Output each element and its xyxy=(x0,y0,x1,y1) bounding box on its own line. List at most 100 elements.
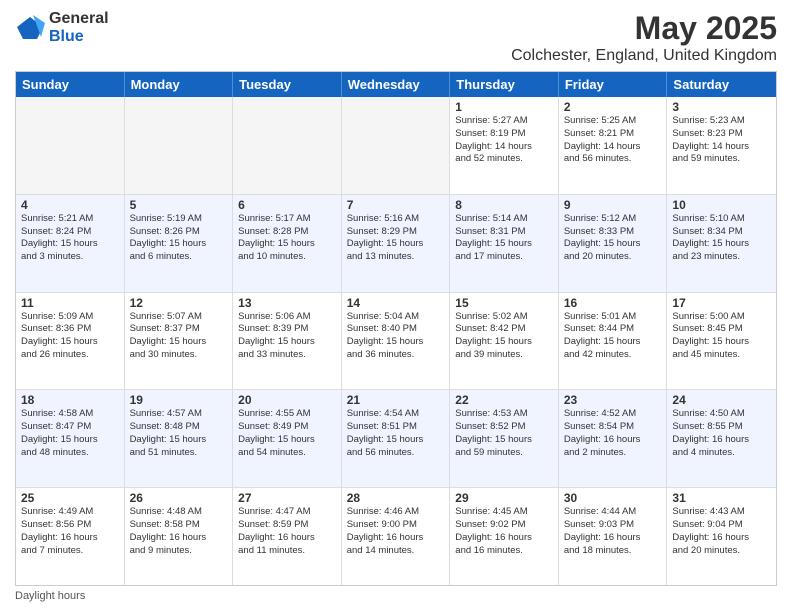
logo: General Blue xyxy=(15,10,109,45)
cal-cell-empty xyxy=(342,97,451,194)
day-number: 12 xyxy=(130,296,228,310)
day-number: 25 xyxy=(21,491,119,505)
calendar-header: SundayMondayTuesdayWednesdayThursdayFrid… xyxy=(16,72,776,97)
calendar: SundayMondayTuesdayWednesdayThursdayFrid… xyxy=(15,71,777,586)
day-info: Sunrise: 4:49 AMSunset: 8:56 PMDaylight:… xyxy=(21,506,119,557)
day-info: Sunrise: 5:10 AMSunset: 8:34 PMDaylight:… xyxy=(672,213,771,264)
cal-cell-day-13: 13Sunrise: 5:06 AMSunset: 8:39 PMDayligh… xyxy=(233,293,342,390)
cal-cell-empty xyxy=(125,97,234,194)
cal-cell-day-21: 21Sunrise: 4:54 AMSunset: 8:51 PMDayligh… xyxy=(342,390,451,487)
cal-cell-day-8: 8Sunrise: 5:14 AMSunset: 8:31 PMDaylight… xyxy=(450,195,559,292)
day-number: 8 xyxy=(455,198,553,212)
day-number: 11 xyxy=(21,296,119,310)
day-number: 20 xyxy=(238,393,336,407)
cal-cell-day-1: 1Sunrise: 5:27 AMSunset: 8:19 PMDaylight… xyxy=(450,97,559,194)
day-number: 23 xyxy=(564,393,662,407)
day-info: Sunrise: 5:14 AMSunset: 8:31 PMDaylight:… xyxy=(455,213,553,264)
day-info: Sunrise: 5:00 AMSunset: 8:45 PMDaylight:… xyxy=(672,311,771,362)
day-number: 27 xyxy=(238,491,336,505)
day-info: Sunrise: 5:25 AMSunset: 8:21 PMDaylight:… xyxy=(564,115,662,166)
day-info: Sunrise: 5:09 AMSunset: 8:36 PMDaylight:… xyxy=(21,311,119,362)
day-number: 14 xyxy=(347,296,445,310)
cal-cell-day-15: 15Sunrise: 5:02 AMSunset: 8:42 PMDayligh… xyxy=(450,293,559,390)
title-block: May 2025 Colchester, England, United Kin… xyxy=(511,10,777,65)
day-info: Sunrise: 5:04 AMSunset: 8:40 PMDaylight:… xyxy=(347,311,445,362)
day-number: 7 xyxy=(347,198,445,212)
day-number: 26 xyxy=(130,491,228,505)
day-number: 16 xyxy=(564,296,662,310)
day-number: 2 xyxy=(564,100,662,114)
day-info: Sunrise: 5:27 AMSunset: 8:19 PMDaylight:… xyxy=(455,115,553,166)
cal-cell-day-14: 14Sunrise: 5:04 AMSunset: 8:40 PMDayligh… xyxy=(342,293,451,390)
day-info: Sunrise: 4:45 AMSunset: 9:02 PMDaylight:… xyxy=(455,506,553,557)
cal-week-4: 25Sunrise: 4:49 AMSunset: 8:56 PMDayligh… xyxy=(16,488,776,585)
day-info: Sunrise: 4:50 AMSunset: 8:55 PMDaylight:… xyxy=(672,408,771,459)
cal-cell-day-20: 20Sunrise: 4:55 AMSunset: 8:49 PMDayligh… xyxy=(233,390,342,487)
day-info: Sunrise: 4:52 AMSunset: 8:54 PMDaylight:… xyxy=(564,408,662,459)
day-info: Sunrise: 4:54 AMSunset: 8:51 PMDaylight:… xyxy=(347,408,445,459)
day-info: Sunrise: 4:57 AMSunset: 8:48 PMDaylight:… xyxy=(130,408,228,459)
day-info: Sunrise: 4:46 AMSunset: 9:00 PMDaylight:… xyxy=(347,506,445,557)
day-number: 5 xyxy=(130,198,228,212)
day-info: Sunrise: 5:07 AMSunset: 8:37 PMDaylight:… xyxy=(130,311,228,362)
day-info: Sunrise: 5:12 AMSunset: 8:33 PMDaylight:… xyxy=(564,213,662,264)
cal-cell-day-4: 4Sunrise: 5:21 AMSunset: 8:24 PMDaylight… xyxy=(16,195,125,292)
cal-header-tuesday: Tuesday xyxy=(233,72,342,97)
day-number: 29 xyxy=(455,491,553,505)
day-number: 21 xyxy=(347,393,445,407)
cal-cell-day-24: 24Sunrise: 4:50 AMSunset: 8:55 PMDayligh… xyxy=(667,390,776,487)
day-info: Sunrise: 4:48 AMSunset: 8:58 PMDaylight:… xyxy=(130,506,228,557)
cal-cell-day-18: 18Sunrise: 4:58 AMSunset: 8:47 PMDayligh… xyxy=(16,390,125,487)
cal-cell-day-26: 26Sunrise: 4:48 AMSunset: 8:58 PMDayligh… xyxy=(125,488,234,585)
day-number: 22 xyxy=(455,393,553,407)
day-number: 1 xyxy=(455,100,553,114)
cal-cell-day-31: 31Sunrise: 4:43 AMSunset: 9:04 PMDayligh… xyxy=(667,488,776,585)
cal-week-2: 11Sunrise: 5:09 AMSunset: 8:36 PMDayligh… xyxy=(16,293,776,391)
day-number: 13 xyxy=(238,296,336,310)
day-number: 4 xyxy=(21,198,119,212)
cal-cell-day-17: 17Sunrise: 5:00 AMSunset: 8:45 PMDayligh… xyxy=(667,293,776,390)
cal-cell-day-16: 16Sunrise: 5:01 AMSunset: 8:44 PMDayligh… xyxy=(559,293,668,390)
logo-icon xyxy=(15,13,45,43)
day-info: Sunrise: 4:53 AMSunset: 8:52 PMDaylight:… xyxy=(455,408,553,459)
logo-text: General Blue xyxy=(49,10,109,45)
cal-header-monday: Monday xyxy=(125,72,234,97)
day-number: 18 xyxy=(21,393,119,407)
day-info: Sunrise: 5:06 AMSunset: 8:39 PMDaylight:… xyxy=(238,311,336,362)
cal-cell-day-10: 10Sunrise: 5:10 AMSunset: 8:34 PMDayligh… xyxy=(667,195,776,292)
footer-note: Daylight hours xyxy=(15,590,777,602)
cal-week-3: 18Sunrise: 4:58 AMSunset: 8:47 PMDayligh… xyxy=(16,390,776,488)
day-info: Sunrise: 5:21 AMSunset: 8:24 PMDaylight:… xyxy=(21,213,119,264)
cal-cell-day-3: 3Sunrise: 5:23 AMSunset: 8:23 PMDaylight… xyxy=(667,97,776,194)
main-title: May 2025 xyxy=(511,10,777,47)
cal-cell-empty xyxy=(233,97,342,194)
cal-cell-day-27: 27Sunrise: 4:47 AMSunset: 8:59 PMDayligh… xyxy=(233,488,342,585)
calendar-body: 1Sunrise: 5:27 AMSunset: 8:19 PMDaylight… xyxy=(16,97,776,585)
cal-header-friday: Friday xyxy=(559,72,668,97)
cal-cell-day-23: 23Sunrise: 4:52 AMSunset: 8:54 PMDayligh… xyxy=(559,390,668,487)
cal-cell-day-5: 5Sunrise: 5:19 AMSunset: 8:26 PMDaylight… xyxy=(125,195,234,292)
day-number: 6 xyxy=(238,198,336,212)
day-number: 31 xyxy=(672,491,771,505)
cal-header-thursday: Thursday xyxy=(450,72,559,97)
cal-cell-day-2: 2Sunrise: 5:25 AMSunset: 8:21 PMDaylight… xyxy=(559,97,668,194)
day-info: Sunrise: 5:01 AMSunset: 8:44 PMDaylight:… xyxy=(564,311,662,362)
day-info: Sunrise: 4:55 AMSunset: 8:49 PMDaylight:… xyxy=(238,408,336,459)
day-number: 28 xyxy=(347,491,445,505)
cal-header-sunday: Sunday xyxy=(16,72,125,97)
day-info: Sunrise: 4:44 AMSunset: 9:03 PMDaylight:… xyxy=(564,506,662,557)
day-info: Sunrise: 5:02 AMSunset: 8:42 PMDaylight:… xyxy=(455,311,553,362)
cal-cell-day-25: 25Sunrise: 4:49 AMSunset: 8:56 PMDayligh… xyxy=(16,488,125,585)
cal-cell-day-29: 29Sunrise: 4:45 AMSunset: 9:02 PMDayligh… xyxy=(450,488,559,585)
day-info: Sunrise: 4:47 AMSunset: 8:59 PMDaylight:… xyxy=(238,506,336,557)
cal-week-0: 1Sunrise: 5:27 AMSunset: 8:19 PMDaylight… xyxy=(16,97,776,195)
cal-header-saturday: Saturday xyxy=(667,72,776,97)
day-info: Sunrise: 5:16 AMSunset: 8:29 PMDaylight:… xyxy=(347,213,445,264)
cal-cell-day-12: 12Sunrise: 5:07 AMSunset: 8:37 PMDayligh… xyxy=(125,293,234,390)
day-info: Sunrise: 5:23 AMSunset: 8:23 PMDaylight:… xyxy=(672,115,771,166)
day-number: 15 xyxy=(455,296,553,310)
day-number: 17 xyxy=(672,296,771,310)
logo-general-text: General xyxy=(49,10,109,28)
day-number: 9 xyxy=(564,198,662,212)
subtitle: Colchester, England, United Kingdom xyxy=(511,47,777,65)
